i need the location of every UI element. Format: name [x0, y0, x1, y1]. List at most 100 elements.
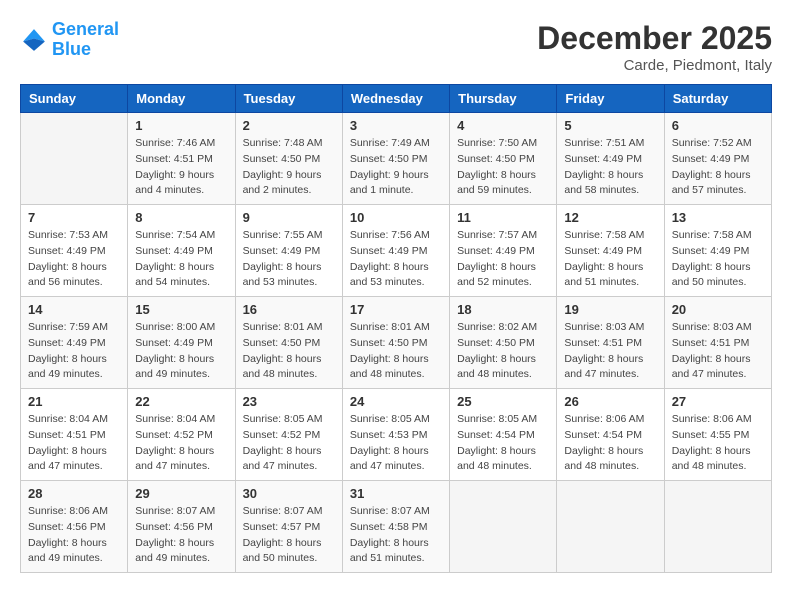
- day-number: 5: [564, 118, 656, 133]
- weekday-header-saturday: Saturday: [664, 85, 771, 113]
- day-info: Sunrise: 7:59 AMSunset: 4:49 PMDaylight:…: [28, 320, 120, 383]
- calendar-cell: 2Sunrise: 7:48 AMSunset: 4:50 PMDaylight…: [235, 113, 342, 205]
- day-number: 7: [28, 210, 120, 225]
- day-info: Sunrise: 8:04 AMSunset: 4:51 PMDaylight:…: [28, 412, 120, 475]
- day-number: 26: [564, 394, 656, 409]
- day-info: Sunrise: 8:07 AMSunset: 4:58 PMDaylight:…: [350, 504, 442, 567]
- weekday-header-sunday: Sunday: [21, 85, 128, 113]
- day-number: 31: [350, 486, 442, 501]
- calendar-cell: 31 Sunrise: 8:07 AMSunset: 4:58 PMDayligh…: [342, 481, 449, 573]
- calendar-body: 1Sunrise: 7:46 AMSunset: 4:51 PMDaylight…: [21, 113, 772, 573]
- day-number: 22: [135, 394, 227, 409]
- day-info: Sunrise: 8:03 AMSunset: 4:51 PMDaylight:…: [564, 320, 656, 383]
- week-row-1: 1Sunrise: 7:46 AMSunset: 4:51 PMDaylight…: [21, 113, 772, 205]
- week-row-3: 14 Sunrise: 7:59 AMSunset: 4:49 PMDayligh…: [21, 297, 772, 389]
- calendar-cell: [664, 481, 771, 573]
- calendar-cell: 19 Sunrise: 8:03 AMSunset: 4:51 PMDayligh…: [557, 297, 664, 389]
- calendar-cell: 4Sunrise: 7:50 AMSunset: 4:50 PMDaylight…: [450, 113, 557, 205]
- calendar-header: SundayMondayTuesdayWednesdayThursdayFrid…: [21, 85, 772, 113]
- day-number: 16: [243, 302, 335, 317]
- day-number: 1: [135, 118, 227, 133]
- month-title: December 2025: [537, 20, 772, 57]
- day-info: Sunrise: 8:05 AMSunset: 4:53 PMDaylight:…: [350, 412, 442, 475]
- calendar-cell: 1Sunrise: 7:46 AMSunset: 4:51 PMDaylight…: [128, 113, 235, 205]
- day-number: 27: [672, 394, 764, 409]
- day-number: 11: [457, 210, 549, 225]
- day-info: Sunrise: 8:05 AMSunset: 4:52 PMDaylight:…: [243, 412, 335, 475]
- day-number: 15: [135, 302, 227, 317]
- day-info: Sunrise: 8:07 AMSunset: 4:57 PMDaylight:…: [243, 504, 335, 567]
- calendar-cell: [21, 113, 128, 205]
- weekday-row: SundayMondayTuesdayWednesdayThursdayFrid…: [21, 85, 772, 113]
- day-number: 20: [672, 302, 764, 317]
- day-info: Sunrise: 8:01 AMSunset: 4:50 PMDaylight:…: [350, 320, 442, 383]
- day-number: 28: [28, 486, 120, 501]
- day-number: 13: [672, 210, 764, 225]
- logo-line1: General: [52, 19, 119, 39]
- day-info: Sunrise: 7:49 AMSunset: 4:50 PMDaylight:…: [350, 136, 442, 199]
- day-number: 12: [564, 210, 656, 225]
- logo-text: General Blue: [52, 20, 119, 60]
- calendar-table: SundayMondayTuesdayWednesdayThursdayFrid…: [20, 84, 772, 573]
- day-number: 29: [135, 486, 227, 501]
- calendar-cell: 20 Sunrise: 8:03 AMSunset: 4:51 PMDayligh…: [664, 297, 771, 389]
- day-number: 4: [457, 118, 549, 133]
- day-info: Sunrise: 8:06 AMSunset: 4:56 PMDaylight:…: [28, 504, 120, 567]
- location: Carde, Piedmont, Italy: [537, 57, 772, 74]
- calendar-cell: [557, 481, 664, 573]
- weekday-header-thursday: Thursday: [450, 85, 557, 113]
- day-number: 18: [457, 302, 549, 317]
- weekday-header-monday: Monday: [128, 85, 235, 113]
- logo-icon: [20, 26, 48, 54]
- day-info: Sunrise: 7:54 AMSunset: 4:49 PMDaylight:…: [135, 228, 227, 291]
- calendar-cell: 11 Sunrise: 7:57 AMSunset: 4:49 PMDayligh…: [450, 205, 557, 297]
- week-row-2: 7 Sunrise: 7:53 AMSunset: 4:49 PMDaylight…: [21, 205, 772, 297]
- calendar-cell: 17 Sunrise: 8:01 AMSunset: 4:50 PMDayligh…: [342, 297, 449, 389]
- calendar-cell: 27 Sunrise: 8:06 AMSunset: 4:55 PMDayligh…: [664, 389, 771, 481]
- calendar-cell: 29Sunrise: 8:07 AMSunset: 4:56 PMDayligh…: [128, 481, 235, 573]
- day-number: 3: [350, 118, 442, 133]
- day-info: Sunrise: 8:00 AMSunset: 4:49 PMDaylight:…: [135, 320, 227, 383]
- day-info: Sunrise: 7:56 AMSunset: 4:49 PMDaylight:…: [350, 228, 442, 291]
- day-info: Sunrise: 7:57 AMSunset: 4:49 PMDaylight:…: [457, 228, 549, 291]
- weekday-header-tuesday: Tuesday: [235, 85, 342, 113]
- calendar-cell: 25Sunrise: 8:05 AMSunset: 4:54 PMDayligh…: [450, 389, 557, 481]
- calendar-cell: 3 Sunrise: 7:49 AMSunset: 4:50 PMDaylight…: [342, 113, 449, 205]
- week-row-4: 21Sunrise: 8:04 AMSunset: 4:51 PMDayligh…: [21, 389, 772, 481]
- calendar-cell: 28 Sunrise: 8:06 AMSunset: 4:56 PMDayligh…: [21, 481, 128, 573]
- calendar-cell: 7 Sunrise: 7:53 AMSunset: 4:49 PMDaylight…: [21, 205, 128, 297]
- day-number: 23: [243, 394, 335, 409]
- calendar-cell: 6 Sunrise: 7:52 AMSunset: 4:49 PMDaylight…: [664, 113, 771, 205]
- day-info: Sunrise: 8:03 AMSunset: 4:51 PMDaylight:…: [672, 320, 764, 383]
- calendar-cell: 18 Sunrise: 8:02 AMSunset: 4:50 PMDayligh…: [450, 297, 557, 389]
- logo-line2: Blue: [52, 39, 91, 59]
- calendar-cell: 13 Sunrise: 7:58 AMSunset: 4:49 PMDayligh…: [664, 205, 771, 297]
- day-info: Sunrise: 8:02 AMSunset: 4:50 PMDaylight:…: [457, 320, 549, 383]
- calendar-cell: 14 Sunrise: 7:59 AMSunset: 4:49 PMDayligh…: [21, 297, 128, 389]
- day-number: 8: [135, 210, 227, 225]
- day-number: 10: [350, 210, 442, 225]
- day-info: Sunrise: 8:06 AMSunset: 4:55 PMDaylight:…: [672, 412, 764, 475]
- day-number: 24: [350, 394, 442, 409]
- day-info: Sunrise: 7:58 AMSunset: 4:49 PMDaylight:…: [672, 228, 764, 291]
- calendar-cell: 26 Sunrise: 8:06 AMSunset: 4:54 PMDayligh…: [557, 389, 664, 481]
- calendar-cell: 23 Sunrise: 8:05 AMSunset: 4:52 PMDayligh…: [235, 389, 342, 481]
- day-number: 17: [350, 302, 442, 317]
- title-block: December 2025 Carde, Piedmont, Italy: [537, 20, 772, 74]
- page-header: General Blue December 2025 Carde, Piedmo…: [20, 20, 772, 74]
- day-number: 14: [28, 302, 120, 317]
- day-number: 9: [243, 210, 335, 225]
- day-info: Sunrise: 7:48 AMSunset: 4:50 PMDaylight:…: [243, 136, 335, 199]
- calendar-cell: 16Sunrise: 8:01 AMSunset: 4:50 PMDayligh…: [235, 297, 342, 389]
- day-number: 19: [564, 302, 656, 317]
- day-info: Sunrise: 7:53 AMSunset: 4:49 PMDaylight:…: [28, 228, 120, 291]
- calendar-cell: 8 Sunrise: 7:54 AMSunset: 4:49 PMDaylight…: [128, 205, 235, 297]
- weekday-header-wednesday: Wednesday: [342, 85, 449, 113]
- week-row-5: 28 Sunrise: 8:06 AMSunset: 4:56 PMDayligh…: [21, 481, 772, 573]
- day-info: Sunrise: 7:52 AMSunset: 4:49 PMDaylight:…: [672, 136, 764, 199]
- day-number: 25: [457, 394, 549, 409]
- day-info: Sunrise: 8:06 AMSunset: 4:54 PMDaylight:…: [564, 412, 656, 475]
- calendar-cell: 12Sunrise: 7:58 AMSunset: 4:49 PMDayligh…: [557, 205, 664, 297]
- logo: General Blue: [20, 20, 119, 60]
- day-number: 6: [672, 118, 764, 133]
